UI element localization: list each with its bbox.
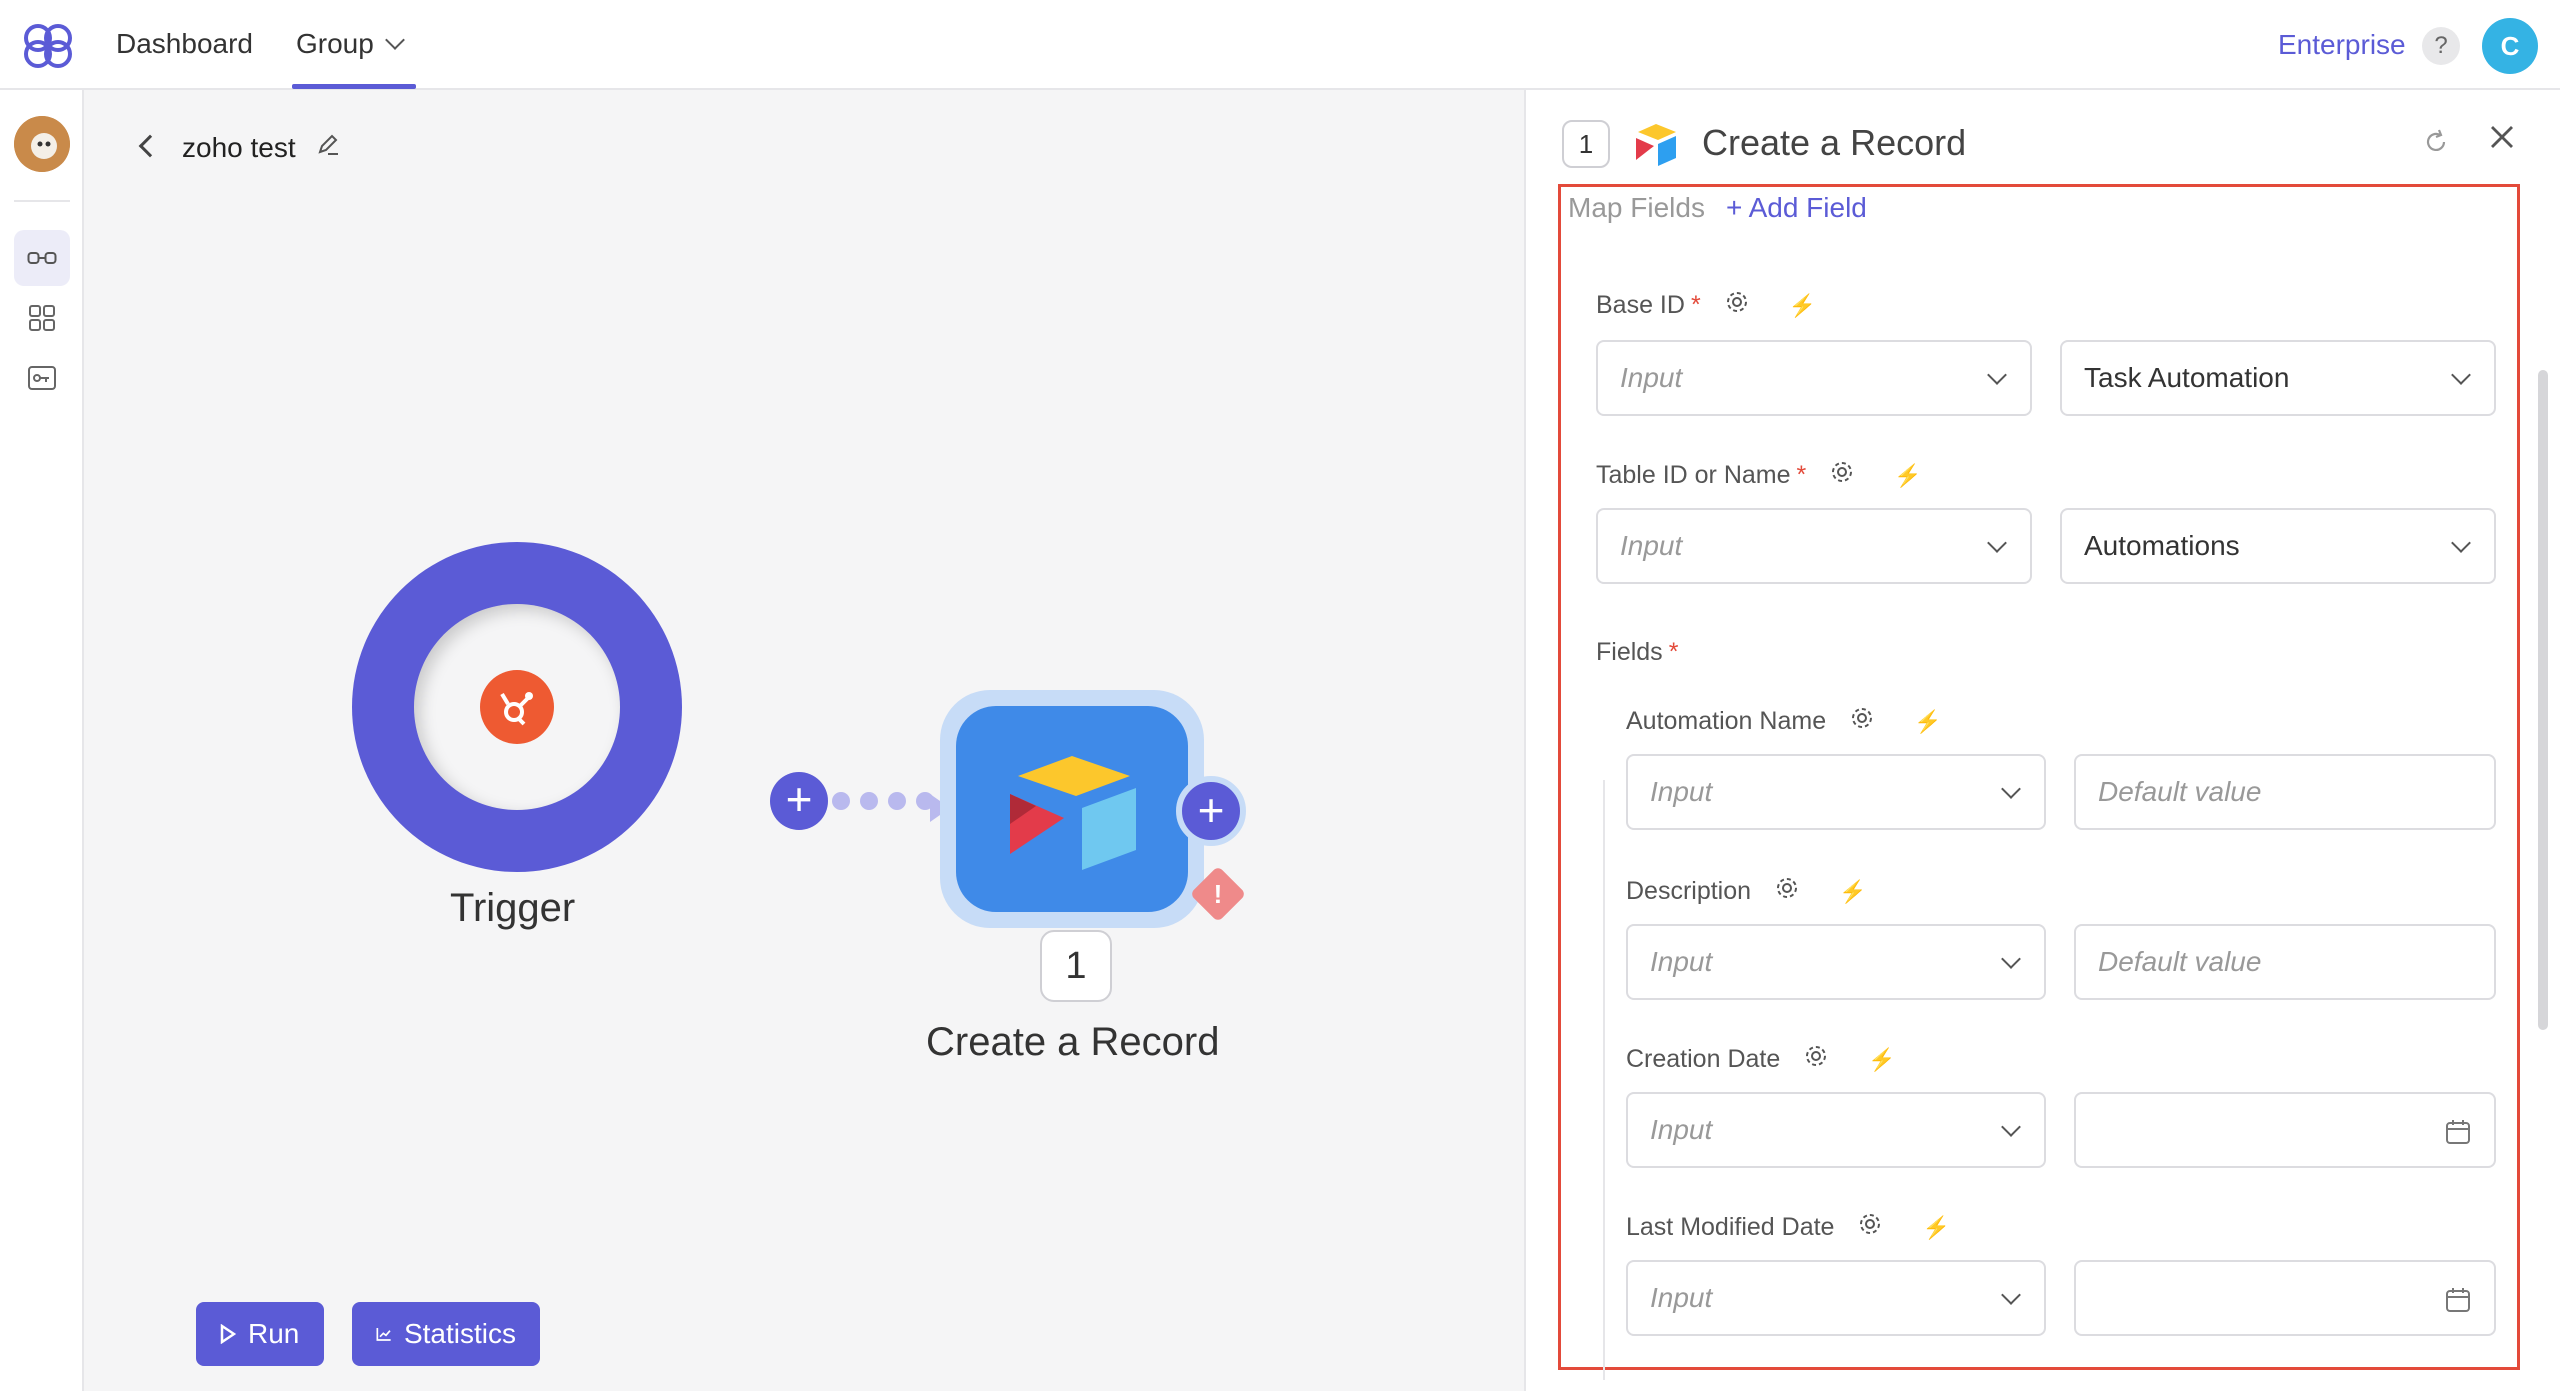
top-nav: Dashboard Group Enterprise ? C bbox=[0, 0, 2560, 90]
calendar-icon[interactable] bbox=[2444, 1286, 2472, 1321]
connector-dot bbox=[832, 792, 850, 810]
add-step-button[interactable]: + bbox=[770, 772, 828, 830]
sidebar-item-keys[interactable] bbox=[14, 350, 70, 406]
automation-name-label: Automation Name ⚡ bbox=[1626, 706, 1942, 737]
key-icon bbox=[28, 366, 56, 390]
bolt-icon[interactable]: ⚡ bbox=[1922, 1215, 1949, 1241]
table-id-select[interactable]: Automations bbox=[2060, 508, 2496, 584]
calendar-icon[interactable] bbox=[2444, 1118, 2472, 1153]
creation-date-picker[interactable] bbox=[2074, 1092, 2496, 1168]
left-sidebar bbox=[0, 90, 84, 1391]
add-next-step-button[interactable]: + bbox=[1176, 776, 1246, 846]
automation-name-input[interactable]: Input bbox=[1626, 754, 2046, 830]
gear-icon[interactable] bbox=[1830, 460, 1854, 491]
run-button[interactable]: Run bbox=[196, 1302, 324, 1366]
map-fields-label: Map Fields bbox=[1568, 192, 1705, 223]
chevron-down-icon bbox=[2001, 1285, 2021, 1305]
node-label: Create a Record bbox=[926, 1020, 1220, 1064]
edit-pencil-icon[interactable] bbox=[316, 132, 340, 161]
link-icon bbox=[27, 252, 57, 264]
bolt-icon[interactable]: ⚡ bbox=[1789, 293, 1816, 319]
trigger-node-inner bbox=[414, 604, 620, 810]
close-icon[interactable] bbox=[2486, 120, 2518, 163]
sidebar-divider bbox=[14, 200, 70, 202]
enterprise-link[interactable]: Enterprise bbox=[2278, 29, 2406, 61]
bolt-icon[interactable]: ⚡ bbox=[1914, 709, 1941, 735]
add-field-button[interactable]: + Add Field bbox=[1726, 192, 1867, 224]
chevron-down-icon bbox=[2451, 365, 2471, 385]
nav-group-label: Group bbox=[296, 28, 374, 59]
connector-dot bbox=[888, 792, 906, 810]
airtable-icon bbox=[1010, 756, 1136, 870]
hubspot-icon bbox=[480, 670, 554, 744]
statistics-button[interactable]: Statistics bbox=[352, 1302, 540, 1366]
creation-date-label: Creation Date ⚡ bbox=[1626, 1044, 1896, 1075]
chevron-down-icon bbox=[2451, 533, 2471, 553]
trigger-node[interactable] bbox=[352, 542, 682, 872]
description-label: Description ⚡ bbox=[1626, 876, 1867, 907]
step-config-panel: 1 Create a Record Map Fields + Add Field… bbox=[1524, 90, 2560, 1391]
base-id-label: Base ID * ⚡ bbox=[1596, 290, 1817, 321]
node-step-badge: 1 bbox=[1040, 930, 1112, 1002]
connector-dot bbox=[860, 792, 878, 810]
description-default[interactable]: Default value bbox=[2074, 924, 2496, 1000]
flow-canvas[interactable]: zoho test Trigger + + ! 1 Create a Recor… bbox=[84, 90, 1524, 1391]
sidebar-item-apps[interactable] bbox=[14, 290, 70, 346]
chevron-down-icon bbox=[2001, 1117, 2021, 1137]
base-id-select[interactable]: Task Automation bbox=[2060, 340, 2496, 416]
flow-title: zoho test bbox=[182, 132, 296, 163]
last-modified-date-picker[interactable] bbox=[2074, 1260, 2496, 1336]
gear-icon[interactable] bbox=[1858, 1212, 1882, 1243]
gear-icon[interactable] bbox=[1804, 1044, 1828, 1075]
fields-group-line bbox=[1603, 780, 1605, 1380]
active-tab-indicator bbox=[292, 84, 416, 89]
gear-icon[interactable] bbox=[1850, 706, 1874, 737]
chevron-down-icon bbox=[384, 30, 405, 50]
bolt-icon[interactable]: ⚡ bbox=[1894, 463, 1921, 489]
panel-scrollbar[interactable] bbox=[2538, 370, 2548, 1030]
description-input[interactable]: Input bbox=[1626, 924, 2046, 1000]
table-id-input[interactable]: Input bbox=[1596, 508, 2032, 584]
bolt-icon[interactable]: ⚡ bbox=[1868, 1047, 1895, 1073]
bolt-icon[interactable]: ⚡ bbox=[1839, 879, 1866, 905]
create-record-node[interactable] bbox=[940, 690, 1204, 928]
create-record-node-inner bbox=[956, 706, 1188, 912]
sidebar-item-flows[interactable] bbox=[14, 230, 70, 286]
panel-step-badge: 1 bbox=[1562, 120, 1610, 168]
chevron-down-icon bbox=[2001, 949, 2021, 969]
run-label: Run bbox=[248, 1318, 300, 1349]
chevron-down-icon bbox=[2001, 779, 2021, 799]
base-id-input[interactable]: Input bbox=[1596, 340, 2032, 416]
nav-group[interactable]: Group bbox=[296, 28, 405, 60]
refresh-icon[interactable] bbox=[2422, 128, 2450, 164]
automation-name-default[interactable]: Default value bbox=[2074, 754, 2496, 830]
panel-title: Create a Record bbox=[1702, 122, 1967, 163]
warning-icon[interactable]: ! bbox=[1189, 865, 1247, 923]
gear-icon[interactable] bbox=[1775, 876, 1799, 907]
last-modified-date-input[interactable]: Input bbox=[1626, 1260, 2046, 1336]
trigger-label: Trigger bbox=[450, 886, 576, 930]
last-modified-date-label: Last Modified Date ⚡ bbox=[1626, 1212, 1950, 1243]
gear-icon[interactable] bbox=[1725, 290, 1749, 321]
grid-icon bbox=[29, 305, 55, 331]
user-avatar[interactable]: C bbox=[2482, 18, 2538, 74]
workspace-avatar[interactable] bbox=[14, 116, 70, 172]
airtable-icon bbox=[1632, 120, 1680, 173]
creation-date-input[interactable]: Input bbox=[1626, 1092, 2046, 1168]
table-id-label: Table ID or Name * ⚡ bbox=[1596, 460, 1922, 491]
chevron-down-icon bbox=[1987, 533, 2007, 553]
chart-icon bbox=[376, 1328, 391, 1341]
statistics-label: Statistics bbox=[403, 1318, 516, 1349]
back-arrow-icon[interactable] bbox=[138, 134, 162, 158]
help-icon[interactable]: ? bbox=[2422, 27, 2460, 65]
app-logo-icon[interactable] bbox=[18, 20, 78, 72]
play-icon bbox=[220, 1324, 236, 1344]
fields-label: Fields * bbox=[1596, 638, 1679, 666]
chevron-down-icon bbox=[1987, 365, 2007, 385]
nav-dashboard[interactable]: Dashboard bbox=[116, 28, 253, 60]
